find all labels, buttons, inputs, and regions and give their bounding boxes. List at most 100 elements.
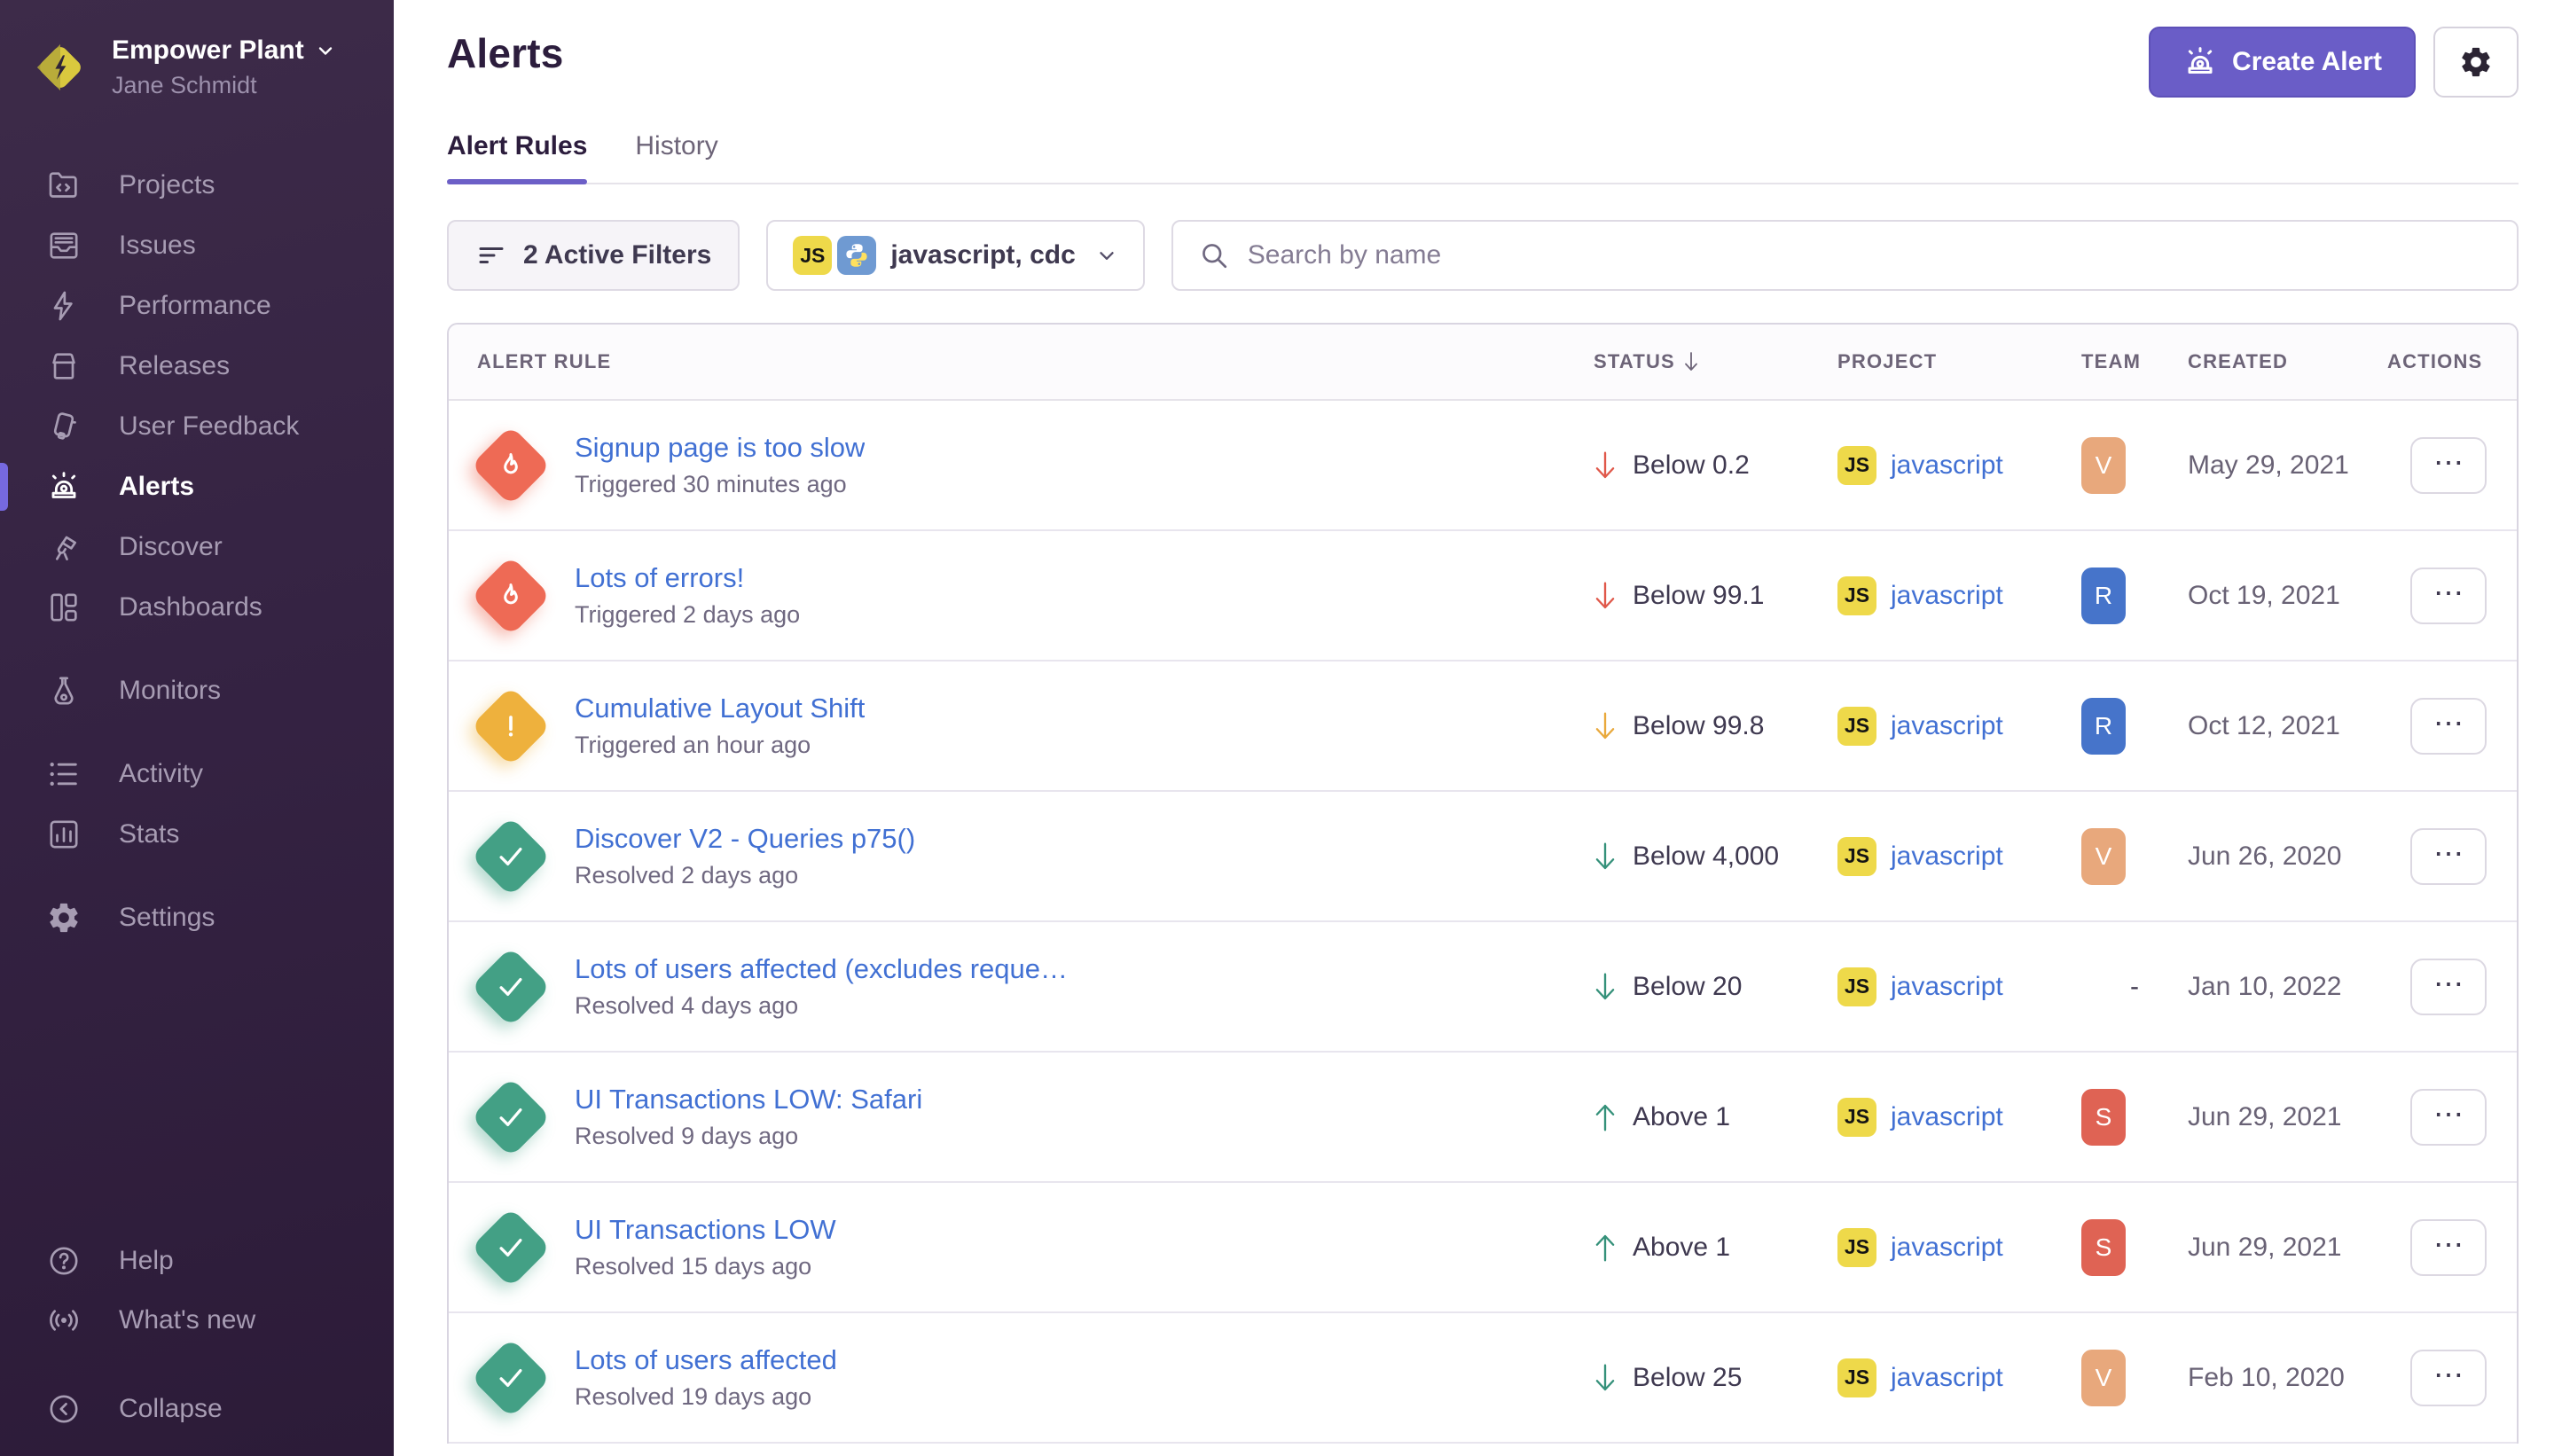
alert-rule-link[interactable]: Lots of errors! (575, 562, 800, 594)
sidebar-item-projects[interactable]: Projects (0, 155, 394, 215)
javascript-icon: JS (1837, 576, 1876, 615)
javascript-icon: JS (1837, 967, 1876, 1006)
project-link[interactable]: javascript (1891, 581, 2003, 611)
sidebar-item-stats[interactable]: Stats (0, 804, 394, 865)
broadcast-icon (46, 1303, 82, 1338)
sidebar-item-discover[interactable]: Discover (0, 517, 394, 577)
created-date: Jun 29, 2021 (2188, 1233, 2341, 1262)
gear-icon (2458, 44, 2494, 80)
alert-rule-link[interactable]: UI Transactions LOW (575, 1214, 836, 1246)
sidebar-item-help[interactable]: Help (0, 1231, 394, 1290)
projects-icon (46, 168, 82, 203)
sidebar-item-whats-new[interactable]: What's new (0, 1290, 394, 1350)
trend-arrow-icon (1594, 1362, 1617, 1394)
project-link[interactable]: javascript (1891, 711, 2003, 741)
team-avatar: V (2081, 828, 2126, 885)
row-actions-button[interactable]: ⋯ (2410, 828, 2487, 885)
team-avatar: - (2081, 959, 2188, 1015)
status-value: Below 99.8 (1633, 711, 1764, 741)
trend-arrow-icon (1594, 450, 1617, 481)
sidebar-item-activity[interactable]: Activity (0, 744, 394, 804)
row-actions-button[interactable]: ⋯ (2410, 437, 2487, 494)
sidebar-item-monitors[interactable]: Monitors (0, 661, 394, 721)
row-actions-button[interactable]: ⋯ (2410, 1089, 2487, 1146)
main-content: Alerts Create Alert Alert Rules History … (394, 0, 2554, 1456)
ellipsis-icon: ⋯ (2433, 1230, 2464, 1260)
alert-rule-trigger-text: Resolved 2 days ago (575, 862, 915, 889)
created-date: Jan 10, 2022 (2188, 972, 2341, 1001)
app-root: Empower Plant Jane Schmidt Projects Issu… (0, 0, 2554, 1456)
help-icon (46, 1243, 82, 1279)
row-actions-button[interactable]: ⋯ (2410, 1350, 2487, 1406)
alert-rule-link[interactable]: Cumulative Layout Shift (575, 693, 865, 724)
create-alert-button[interactable]: Create Alert (2149, 27, 2416, 98)
sidebar-collapse-button[interactable]: Collapse (0, 1379, 394, 1438)
project-link[interactable]: javascript (1891, 1233, 2003, 1263)
check-icon (493, 1360, 529, 1396)
sidebar-item-releases[interactable]: Releases (0, 336, 394, 396)
search-input[interactable] (1248, 240, 2492, 270)
project-link[interactable]: javascript (1891, 1363, 2003, 1393)
trend-arrow-icon (1594, 710, 1617, 742)
stats-icon (46, 817, 82, 852)
project-filter-dropdown[interactable]: JS javascript, cdc (766, 220, 1144, 291)
column-header-team[interactable]: TEAM (2081, 350, 2188, 373)
trend-arrow-icon (1594, 971, 1617, 1003)
project-link[interactable]: javascript (1891, 450, 2003, 481)
sidebar-item-user-feedback[interactable]: User Feedback (0, 396, 394, 457)
sidebar-item-performance[interactable]: Performance (0, 276, 394, 336)
row-actions-button[interactable]: ⋯ (2410, 1219, 2487, 1276)
column-header-actions: ACTIONS (2387, 350, 2517, 373)
alert-rule-link[interactable]: Signup page is too slow (575, 432, 865, 464)
alert-rule-link[interactable]: UI Transactions LOW: Safari (575, 1084, 922, 1115)
column-header-status[interactable]: STATUS (1594, 350, 1837, 373)
project-link[interactable]: javascript (1891, 842, 2003, 872)
column-header-created[interactable]: CREATED (2188, 350, 2387, 373)
column-header-alert-rule[interactable]: ALERT RULE (449, 350, 1594, 373)
org-switcher[interactable]: Empower Plant Jane Schmidt (0, 0, 394, 100)
team-avatar: R (2081, 698, 2126, 755)
trend-arrow-icon (1594, 580, 1617, 612)
table-row: UI Transactions LOW: Safari Resolved 9 d… (449, 1053, 2517, 1183)
alert-rule-trigger-text: Resolved 19 days ago (575, 1383, 837, 1411)
alert-settings-button[interactable] (2433, 27, 2519, 98)
sidebar-item-settings[interactable]: Settings (0, 888, 394, 948)
active-filters-button[interactable]: 2 Active Filters (447, 220, 740, 291)
project-link[interactable]: javascript (1891, 972, 2003, 1002)
sidebar: Empower Plant Jane Schmidt Projects Issu… (0, 0, 394, 1456)
sidebar-item-dashboards[interactable]: Dashboards (0, 577, 394, 638)
chevron-down-icon (1095, 244, 1118, 267)
check-icon (493, 1230, 529, 1265)
ellipsis-icon: ⋯ (2433, 1100, 2464, 1130)
flame-icon (493, 578, 529, 614)
alert-rule-link[interactable]: Lots of users affected (575, 1344, 837, 1376)
ellipsis-icon: ⋯ (2433, 448, 2464, 478)
row-actions-button[interactable]: ⋯ (2410, 959, 2487, 1015)
row-actions-button[interactable]: ⋯ (2410, 698, 2487, 755)
alert-rule-link[interactable]: Discover V2 - Queries p75() (575, 823, 915, 855)
team-avatar: S (2081, 1219, 2126, 1276)
created-date: Jun 29, 2021 (2188, 1102, 2341, 1131)
user-feedback-icon (46, 409, 82, 444)
javascript-icon: JS (1837, 1358, 1876, 1397)
tab-history[interactable]: History (635, 131, 717, 183)
column-header-project[interactable]: PROJECT (1837, 350, 2081, 373)
javascript-icon: JS (1837, 446, 1876, 485)
created-date: Oct 12, 2021 (2188, 711, 2340, 740)
alert-severity-icon (471, 946, 552, 1027)
row-actions-button[interactable]: ⋯ (2410, 568, 2487, 624)
team-avatar: S (2081, 1089, 2126, 1146)
sidebar-item-alerts[interactable]: Alerts (0, 457, 394, 517)
project-link[interactable]: javascript (1891, 1102, 2003, 1132)
filter-icon (475, 239, 507, 271)
alert-rule-link[interactable]: Lots of users affected (excludes reque… (575, 953, 1068, 985)
siren-icon (2182, 44, 2218, 80)
trend-arrow-icon (1594, 841, 1617, 873)
javascript-icon: JS (793, 236, 832, 275)
tab-alert-rules[interactable]: Alert Rules (447, 131, 587, 183)
sidebar-item-issues[interactable]: Issues (0, 215, 394, 276)
alert-severity-icon (471, 685, 552, 766)
created-date: Feb 10, 2020 (2188, 1363, 2345, 1392)
trend-arrow-icon (1594, 1101, 1617, 1133)
status-value: Below 25 (1633, 1363, 1742, 1393)
